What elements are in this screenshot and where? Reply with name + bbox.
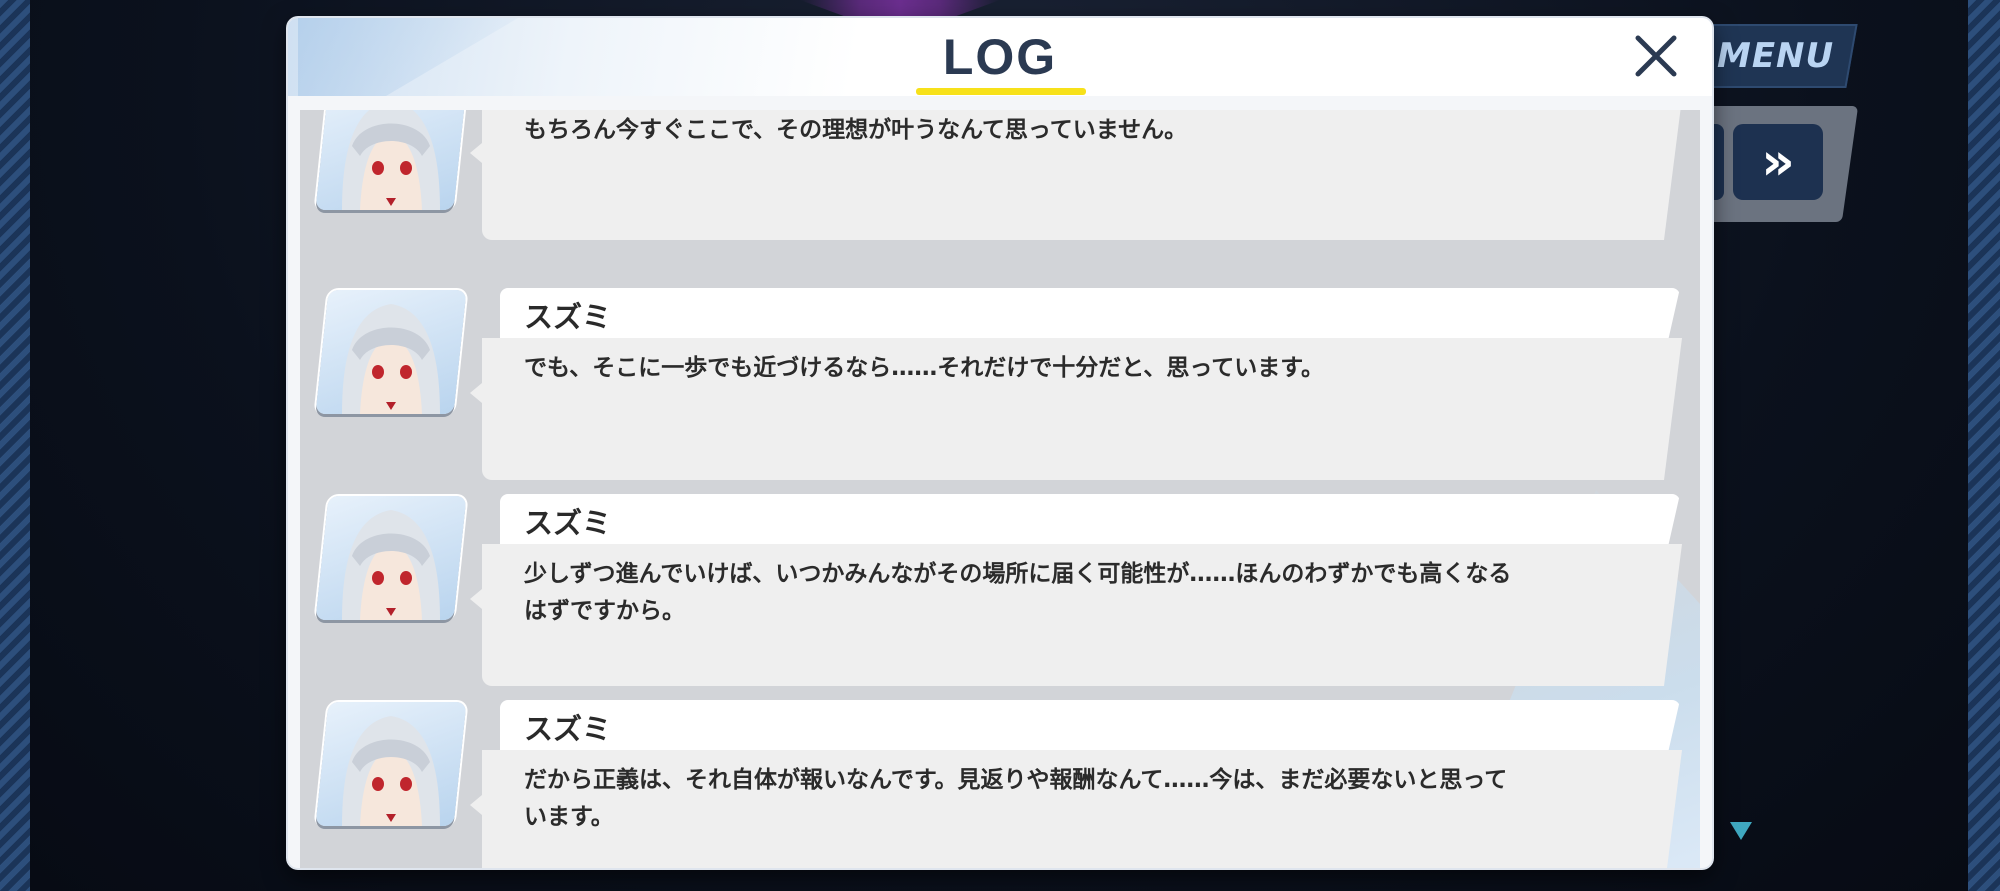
log-entry: スズミ だから正義は、それ自体が報いなんです。見返りや報酬なんて……今は、まだ必… [300, 700, 1700, 868]
dialogue-text: でも、そこに一歩でも近づけるなら……それだけで十分だと、思っています。 [524, 355, 1324, 381]
speaker-portrait [315, 702, 467, 826]
title-underline [916, 88, 1086, 95]
log-dialog: LOG もちろん今すぐここで、その理想が叶うなんて思っていません。 スズミ でも… [288, 18, 1712, 868]
speaker-name: スズミ [524, 300, 612, 334]
dialogue-text: 少しずつ進んでいけば、いつかみんながその場所に届く可能性が……ほんのわずかでも高… [524, 561, 1512, 624]
right-border-stripe [1968, 0, 2000, 891]
log-entry: スズミ でも、そこに一歩でも近づけるなら……それだけで十分だと、思っています。 [300, 288, 1700, 484]
name-bar [500, 700, 1680, 752]
name-bar [500, 288, 1680, 340]
fast-forward-icon: » [1761, 132, 1795, 192]
menu-button[interactable]: MENU [1694, 24, 1858, 88]
speaker-name: スズミ [524, 712, 612, 746]
menu-label: MENU [1717, 36, 1835, 76]
log-entry: スズミ 少しずつ進んでいけば、いつかみんながその場所に届く可能性が……ほんのわず… [300, 494, 1700, 690]
log-title: LOG [942, 29, 1058, 85]
dialogue-text: だから正義は、それ自体が報いなんです。見返りや報酬なんて……今は、まだ必要ないと… [524, 767, 1508, 830]
speaker-portrait [315, 290, 467, 414]
speaker-portrait [315, 110, 467, 210]
left-border-stripe [0, 0, 30, 891]
close-icon [1635, 35, 1677, 77]
dialogue-text: もちろん今すぐここで、その理想が叶うなんて思っていません。 [524, 117, 1188, 143]
name-bar [500, 494, 1680, 546]
log-entry: もちろん今すぐここで、その理想が叶うなんて思っていません。 [300, 110, 1700, 242]
speaker-portrait [315, 496, 467, 620]
fast-forward-button[interactable]: » [1733, 124, 1823, 200]
speaker-name: スズミ [524, 506, 612, 540]
close-button[interactable] [1628, 28, 1684, 84]
log-header: LOG [288, 18, 1712, 96]
log-list[interactable]: もちろん今すぐここで、その理想が叶うなんて思っていません。 スズミ でも、そこに… [300, 110, 1700, 868]
